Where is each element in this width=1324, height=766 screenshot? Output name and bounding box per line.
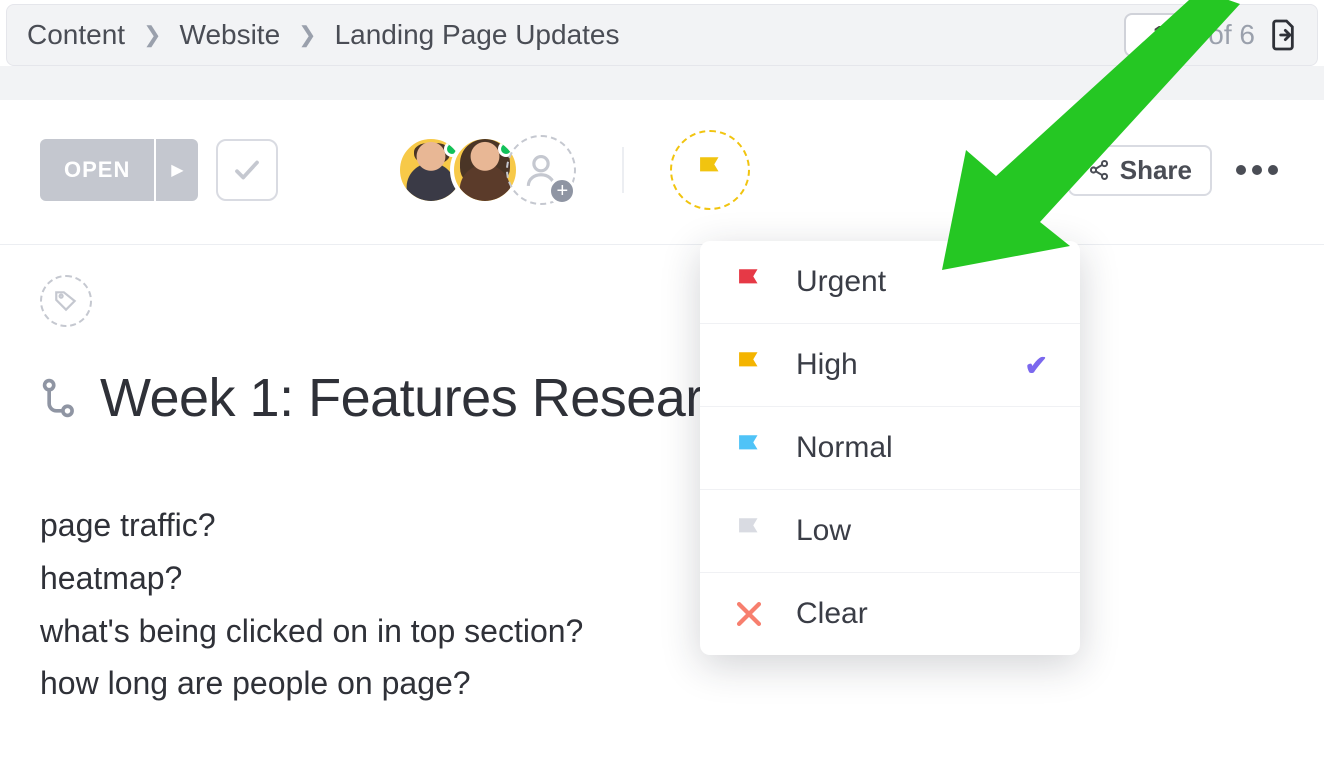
priority-label: Normal: [796, 431, 893, 465]
desc-line-1: page traffic?: [40, 499, 1284, 552]
chevron-right-icon: ❯: [298, 22, 316, 48]
page-navigator: of 6: [1124, 13, 1297, 57]
priority-option-clear[interactable]: Clear: [700, 573, 1080, 655]
share-icon: [1088, 159, 1110, 181]
page-total-label: of 6: [1208, 19, 1255, 51]
breadcrumb-item-content[interactable]: Content: [27, 19, 125, 51]
task-toolbar: OPEN ▶ + Share: [0, 100, 1324, 245]
task-title[interactable]: Week 1: Features Research: [100, 367, 759, 429]
chevron-right-icon: ❯: [143, 22, 161, 48]
status-open-label: OPEN: [40, 139, 154, 201]
breadcrumb-item-website[interactable]: Website: [180, 19, 281, 51]
priority-option-normal[interactable]: Normal: [700, 407, 1080, 490]
share-label: Share: [1120, 155, 1192, 186]
priority-label: Urgent: [796, 265, 886, 299]
close-icon: [732, 597, 766, 631]
desc-line-3: what's being clicked on in top section?: [40, 605, 1284, 658]
priority-label: Low: [796, 514, 851, 548]
desc-line-4: how long are people on page?: [40, 657, 1284, 710]
add-assignee-button[interactable]: +: [506, 135, 576, 205]
priority-option-high[interactable]: High ✔: [700, 324, 1080, 407]
flag-icon: [732, 265, 766, 299]
next-task-icon[interactable]: [1269, 18, 1297, 52]
share-button[interactable]: Share: [1068, 145, 1212, 196]
task-body: Week 1: Features Research page traffic? …: [0, 245, 1324, 740]
priority-dropdown: Urgent High ✔ Normal Low Clear: [700, 241, 1080, 655]
desc-line-2: heatmap?: [40, 552, 1284, 605]
priority-label: Clear: [796, 597, 868, 631]
divider: [622, 147, 624, 193]
add-tag-button[interactable]: [40, 275, 92, 327]
subtask-icon: [40, 376, 84, 420]
priority-option-low[interactable]: Low: [700, 490, 1080, 573]
flag-icon: [732, 514, 766, 548]
status-open-button[interactable]: OPEN ▶: [40, 139, 198, 201]
mark-complete-button[interactable]: [216, 139, 278, 201]
priority-option-urgent[interactable]: Urgent: [700, 241, 1080, 324]
page-number-input[interactable]: [1124, 13, 1194, 57]
check-icon: ✔: [1025, 349, 1048, 382]
flag-icon: [732, 431, 766, 465]
flag-icon: [693, 153, 727, 187]
task-description[interactable]: page traffic? heatmap? what's being clic…: [40, 499, 1284, 710]
breadcrumb-bar: Content ❯ Website ❯ Landing Page Updates…: [6, 4, 1318, 66]
more-menu-button[interactable]: [1230, 165, 1284, 175]
plus-icon: +: [548, 177, 576, 205]
priority-label: High: [796, 348, 858, 382]
breadcrumb-item-landing[interactable]: Landing Page Updates: [335, 19, 620, 51]
tag-icon: [53, 288, 79, 314]
priority-flag-button[interactable]: [670, 130, 750, 210]
status-dropdown-caret[interactable]: ▶: [154, 139, 198, 201]
assignees: +: [396, 135, 576, 205]
task-title-row: Week 1: Features Research: [40, 367, 1284, 429]
flag-icon: [732, 348, 766, 382]
